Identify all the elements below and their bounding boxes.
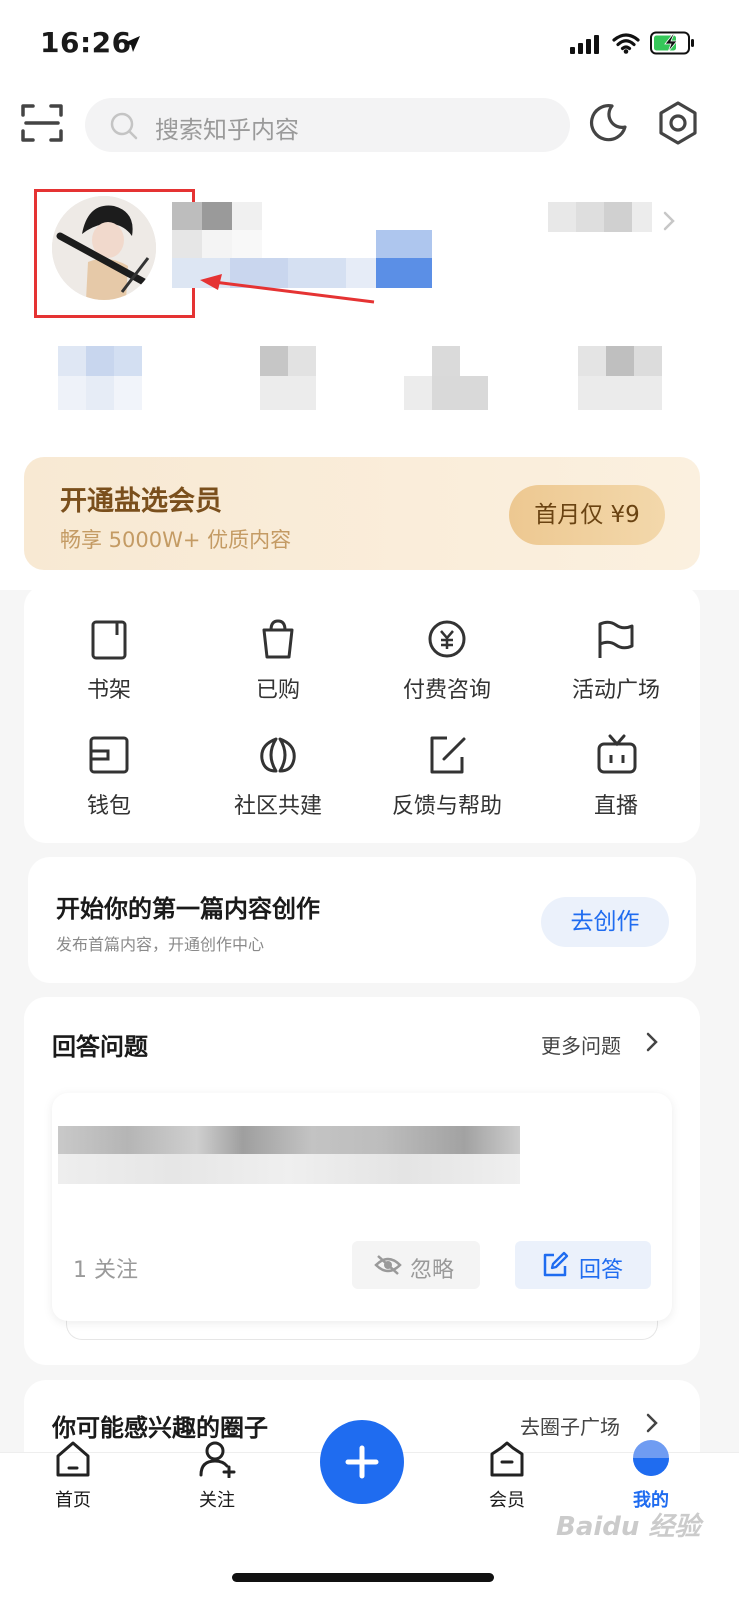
location-arrow-icon	[122, 34, 142, 58]
grid-item-paid-consult[interactable]: 付费咨询	[362, 672, 532, 704]
answer-label: 回答	[579, 1258, 624, 1283]
create-title: 开始你的第一篇内容创作	[56, 895, 320, 923]
avatar-highlight-box	[34, 189, 195, 318]
annotation-arrow-icon	[196, 268, 378, 312]
member-crown-icon[interactable]	[488, 1440, 526, 1482]
grid-item-bookshelf[interactable]: 书架	[24, 672, 194, 704]
home-indicator	[232, 1573, 494, 1582]
stats-row-blurred	[58, 346, 668, 418]
circles-title: 你可能感兴趣的圈子	[52, 1414, 268, 1442]
more-questions-chevron-icon[interactable]	[645, 1031, 659, 1057]
vip-subtitle: 畅享 5000W+ 优质内容	[60, 528, 292, 552]
answer-section-title: 回答问题	[52, 1033, 148, 1061]
grid-item-feedback[interactable]: 反馈与帮助	[362, 788, 532, 820]
question-card-stack-shadow	[66, 1318, 658, 1340]
question-followers: 1 关注	[73, 1258, 138, 1283]
community-icon[interactable]	[256, 735, 300, 779]
grid-item-live[interactable]: 直播	[531, 788, 701, 820]
grid-item-wallet[interactable]: 钱包	[24, 788, 194, 820]
search-icon	[108, 110, 140, 146]
search-placeholder: 搜索知乎内容	[155, 116, 299, 144]
more-questions-link[interactable]: 更多问题	[541, 1030, 621, 1059]
pencil-edit-icon	[541, 1251, 569, 1283]
battery-icon	[650, 31, 696, 59]
follow-user-icon[interactable]	[198, 1440, 238, 1482]
signal-icon	[570, 34, 602, 58]
wifi-icon	[612, 32, 640, 58]
settings-gear-icon[interactable]	[655, 99, 701, 151]
publish-plus-button[interactable]	[320, 1420, 404, 1504]
grid-item-community[interactable]: 社区共建	[193, 788, 363, 820]
circles-more-link[interactable]: 去圈子广场	[520, 1411, 620, 1440]
tv-live-icon[interactable]	[596, 733, 638, 779]
shopping-bag-icon[interactable]	[258, 618, 298, 664]
profile-chevron-right-icon[interactable]	[662, 210, 676, 236]
wallet-icon[interactable]	[88, 735, 130, 779]
create-subtitle: 发布首篇内容，开通创作中心	[56, 935, 265, 954]
vip-price-button[interactable]: 首月仅 ¥9	[509, 485, 665, 545]
plus-icon	[345, 1445, 379, 1479]
home-icon[interactable]	[55, 1440, 91, 1482]
baidu-watermark: Baidu 经验	[556, 1512, 701, 1542]
bookshelf-icon[interactable]	[90, 619, 130, 665]
grid-item-activities[interactable]: 活动广场	[531, 672, 701, 704]
night-mode-moon-icon[interactable]	[584, 100, 630, 150]
grid-item-purchased[interactable]: 已购	[193, 672, 363, 704]
scan-icon[interactable]	[20, 102, 64, 148]
nav-member[interactable]: 会员	[457, 1486, 557, 1512]
ignore-label: 忽略	[410, 1258, 455, 1283]
my-avatar-icon[interactable]	[633, 1440, 669, 1476]
paid-consult-icon[interactable]	[426, 618, 468, 664]
profile-badge-blurred	[548, 202, 652, 232]
eye-slash-icon	[374, 1253, 402, 1281]
flag-icon[interactable]	[595, 618, 637, 664]
circles-chevron-icon[interactable]	[645, 1412, 659, 1438]
nav-follow[interactable]: 关注	[167, 1486, 267, 1512]
nav-home[interactable]: 首页	[23, 1486, 123, 1512]
go-create-button[interactable]: 去创作	[541, 897, 669, 947]
vip-title: 开通盐选会员	[60, 486, 222, 517]
status-time: 16:26	[40, 26, 132, 59]
question-text-blurred	[58, 1126, 520, 1184]
edit-feedback-icon[interactable]	[427, 735, 469, 779]
